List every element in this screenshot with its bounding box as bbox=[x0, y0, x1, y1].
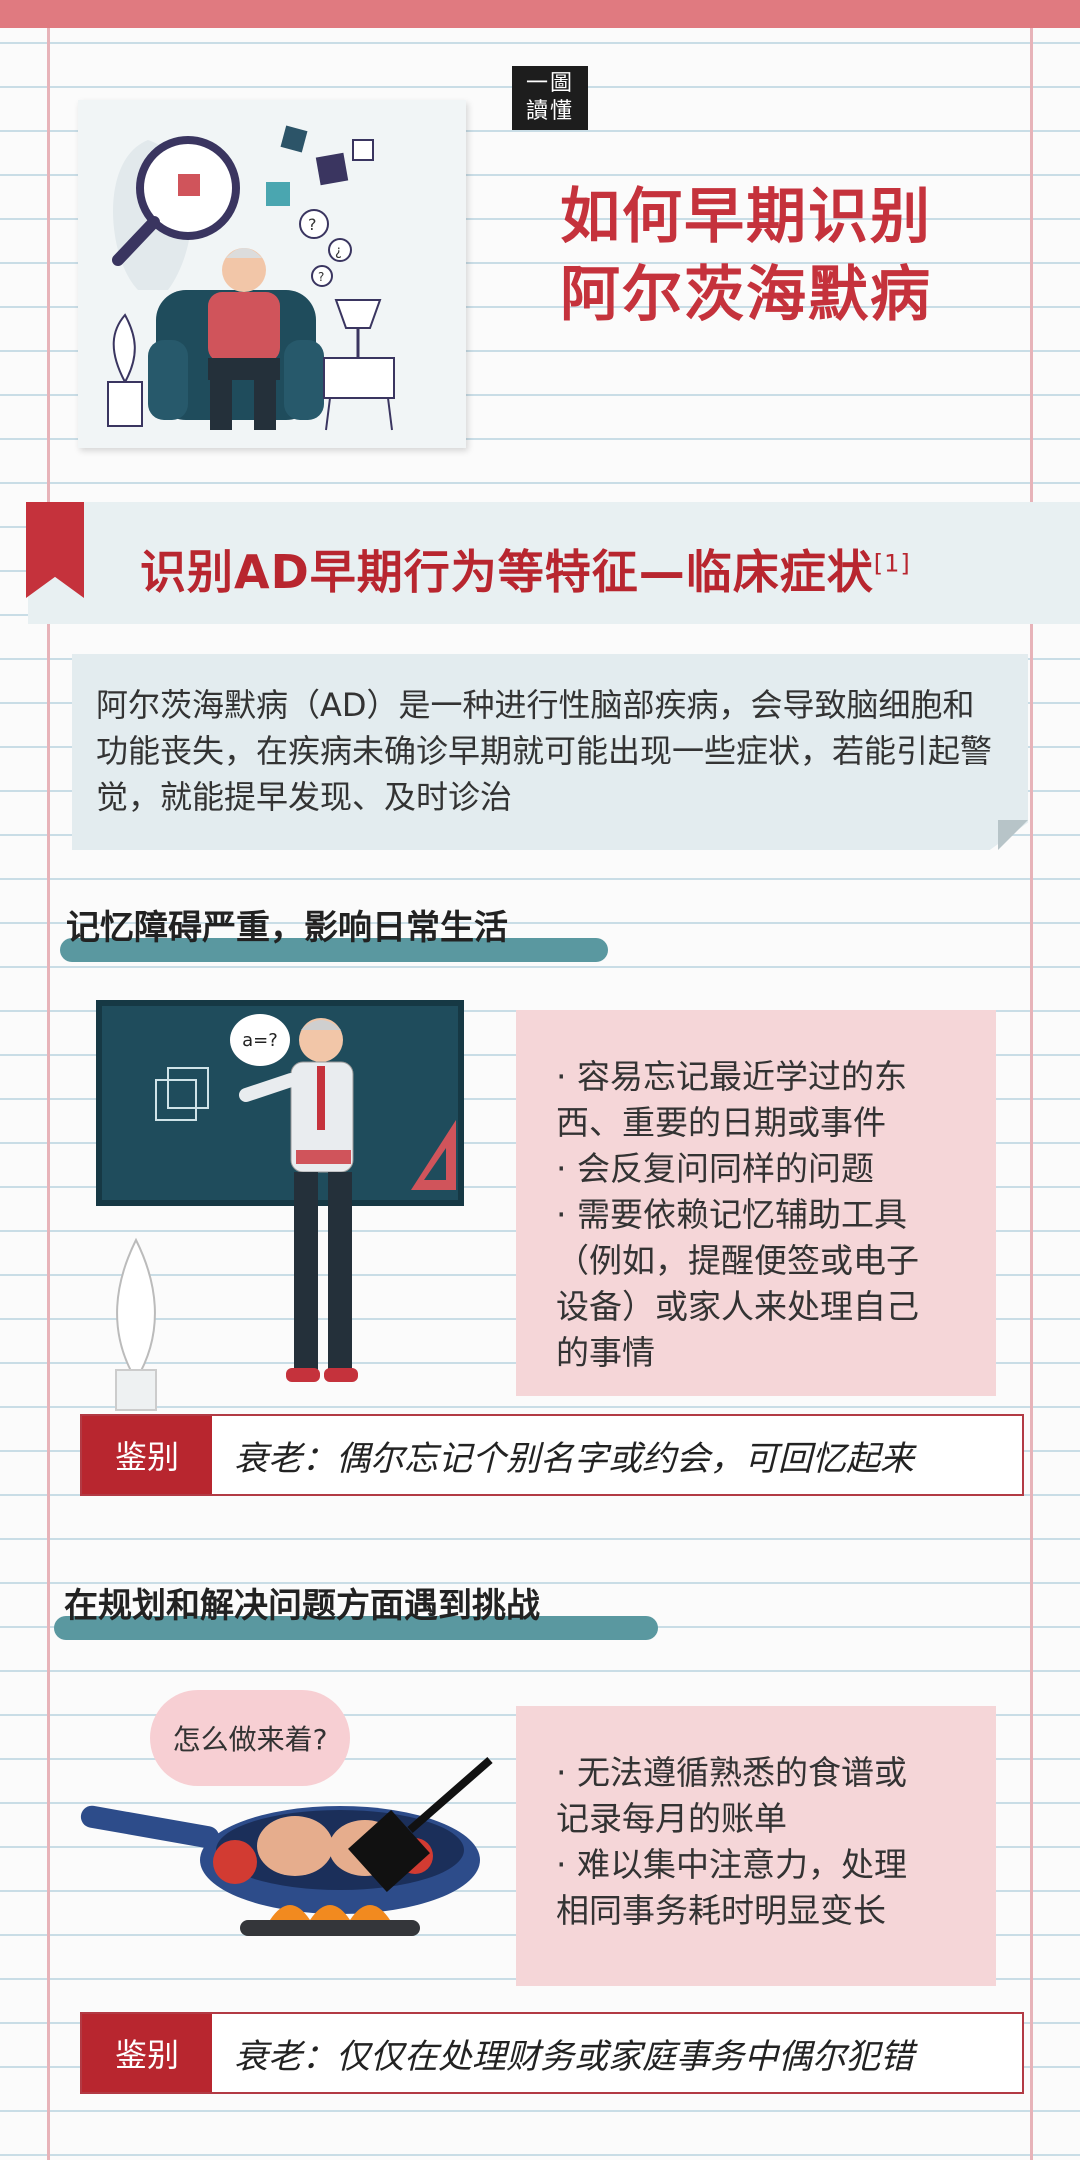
main-title-line-2: 阿尔茨海默病 bbox=[560, 260, 932, 330]
symptom-line: · 无法遵循熟悉的食谱或 bbox=[556, 1753, 907, 1792]
symptom-line: · 需要依赖记忆辅助工具 bbox=[556, 1195, 907, 1234]
elderly-thinking-illustration: ? ¿ ? bbox=[107, 125, 395, 431]
seal-line-2: 讀懂 bbox=[525, 99, 574, 124]
section-title: 识别AD早期行为等特征—临床症状[1] bbox=[140, 536, 911, 602]
citation-mark: [1] bbox=[873, 549, 911, 578]
top-banner bbox=[0, 0, 1080, 28]
intro-text: 阿尔茨海默病（AD）是一种进行性脑部疾病，会导致脑细胞和功能丧失，在疾病未确诊早… bbox=[96, 686, 993, 816]
differentiation-label: 鉴别 bbox=[82, 2014, 212, 2092]
subheading-memory: 记忆障碍严重，影响日常生活 bbox=[66, 908, 508, 948]
teacher-illustration bbox=[115, 1018, 456, 1411]
pan-illustration bbox=[80, 1756, 493, 1936]
differentiation-row-memory: 鉴别 衰老：偶尔忘记个别名字或约会，可回忆起来 bbox=[80, 1414, 1024, 1496]
symptom-line: · 难以集中注意力，处理 bbox=[556, 1845, 907, 1884]
main-title-line-1: 如何早期识别 bbox=[560, 182, 932, 252]
differentiation-text: 衰老：仅仅在处理财务或家庭事务中偶尔犯错 bbox=[234, 2036, 914, 2077]
symptom-line: 设备）或家人来处理自己 bbox=[556, 1287, 919, 1326]
svg-text:?: ? bbox=[318, 270, 324, 284]
differentiation-label: 鉴别 bbox=[82, 1416, 212, 1494]
symptom-box-memory: · 容易忘记最近学过的东 西、重要的日期或事件 · 会反复问同样的问题 · 需要… bbox=[516, 1010, 996, 1396]
differentiation-text: 衰老：偶尔忘记个别名字或约会，可回忆起来 bbox=[234, 1438, 914, 1479]
symptom-line: · 容易忘记最近学过的东 bbox=[556, 1057, 907, 1096]
puzzle-icon bbox=[266, 125, 374, 206]
symptom-line: 西、重要的日期或事件 bbox=[556, 1103, 886, 1142]
main-title: 如何早期识别 阿尔茨海默病 bbox=[560, 178, 1040, 334]
intro-card: 阿尔茨海默病（AD）是一种进行性脑部疾病，会导致脑细胞和功能丧失，在疾病未确诊早… bbox=[72, 654, 1028, 850]
symptom-line: 的事情 bbox=[556, 1333, 655, 1372]
differentiation-row-planning: 鉴别 衰老：仅仅在处理财务或家庭事务中偶尔犯错 bbox=[80, 2012, 1024, 2094]
page-fold-icon bbox=[998, 820, 1028, 850]
seal-line-1: 一圖 bbox=[525, 71, 574, 96]
symptom-line: · 会反复问同样的问题 bbox=[556, 1149, 874, 1188]
symptom-line: 记录每月的账单 bbox=[556, 1799, 787, 1838]
svg-text:?: ? bbox=[308, 215, 317, 234]
svg-text:¿: ¿ bbox=[335, 244, 342, 259]
hero-illustration-card: ? ¿ ? bbox=[78, 100, 466, 448]
subheading-planning: 在规划和解决问题方面遇到挑战 bbox=[64, 1586, 540, 1626]
symptom-line: （例如，提醒便签或电子 bbox=[556, 1241, 919, 1280]
symptom-line: 相同事务耗时明显变长 bbox=[556, 1891, 886, 1930]
section-title-text: 识别AD早期行为等特征—临床症状 bbox=[140, 545, 874, 599]
symptom-box-planning: · 无法遵循熟悉的食谱或 记录每月的账单 · 难以集中注意力，处理 相同事务耗时… bbox=[516, 1706, 996, 1986]
seal-logo: 一圖 讀懂 bbox=[512, 66, 588, 130]
